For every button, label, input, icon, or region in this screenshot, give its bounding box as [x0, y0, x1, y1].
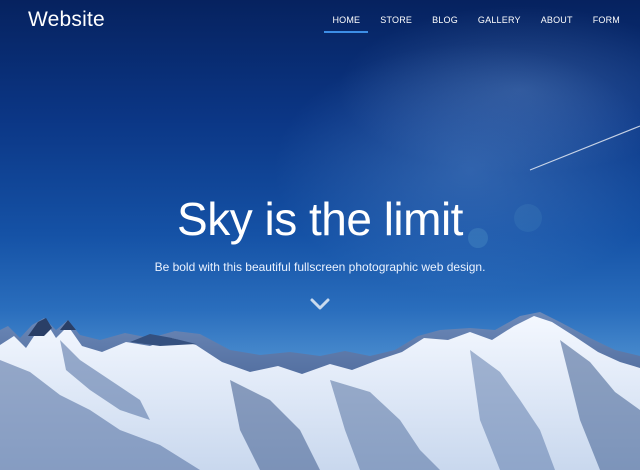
nav-gallery[interactable]: GALLERY: [470, 12, 529, 33]
site-logo[interactable]: Website: [28, 8, 105, 32]
nav-home[interactable]: HOME: [324, 12, 369, 33]
nav-form[interactable]: FORM: [585, 12, 628, 33]
nav-blog[interactable]: BLOG: [424, 12, 466, 33]
top-navigation: Website HOME STORE BLOG GALLERY ABOUT FO…: [0, 0, 640, 42]
nav-about[interactable]: ABOUT: [533, 12, 581, 33]
chevron-down-icon[interactable]: [309, 295, 331, 313]
main-menu: HOME STORE BLOG GALLERY ABOUT FORM: [322, 12, 630, 33]
hero-tagline: Be bold with this beautiful fullscreen p…: [154, 260, 486, 274]
hero-headline: Sky is the limit: [177, 193, 463, 245]
nav-store[interactable]: STORE: [372, 12, 420, 33]
